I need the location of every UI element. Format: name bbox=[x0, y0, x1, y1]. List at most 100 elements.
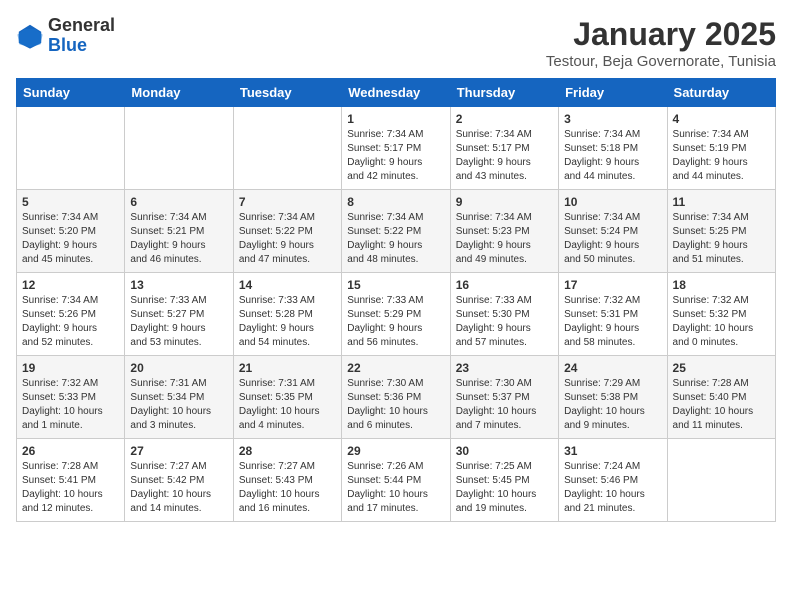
day-number: 26 bbox=[22, 444, 119, 458]
day-info: Sunrise: 7:34 AM Sunset: 5:26 PM Dayligh… bbox=[22, 294, 119, 350]
day-number: 15 bbox=[347, 278, 444, 292]
day-info: Sunrise: 7:31 AM Sunset: 5:35 PM Dayligh… bbox=[239, 377, 336, 433]
calendar-cell: 5 Sunrise: 7:34 AM Sunset: 5:20 PM Daylig… bbox=[17, 190, 125, 273]
day-number: 18 bbox=[673, 278, 770, 292]
day-of-week-header: Tuesday bbox=[233, 79, 341, 107]
day-of-week-header: Saturday bbox=[667, 79, 775, 107]
day-info: Sunrise: 7:33 AM Sunset: 5:30 PM Dayligh… bbox=[456, 294, 553, 350]
calendar-cell: 16 Sunrise: 7:33 AM Sunset: 5:30 PM Dayli… bbox=[450, 273, 558, 356]
calendar-cell: 8 Sunrise: 7:34 AM Sunset: 5:22 PM Daylig… bbox=[342, 190, 450, 273]
calendar-week-row: 12 Sunrise: 7:34 AM Sunset: 5:26 PM Dayli… bbox=[17, 273, 776, 356]
calendar-cell: 20Sunrise: 7:31 AM Sunset: 5:34 PM Dayli… bbox=[125, 356, 233, 439]
day-info: Sunrise: 7:32 AM Sunset: 5:32 PM Dayligh… bbox=[673, 294, 770, 350]
calendar-cell bbox=[125, 107, 233, 190]
calendar-cell bbox=[233, 107, 341, 190]
day-number: 4 bbox=[673, 112, 770, 126]
day-number: 31 bbox=[564, 444, 661, 458]
day-number: 9 bbox=[456, 195, 553, 209]
calendar-cell: 10 Sunrise: 7:34 AM Sunset: 5:24 PM Dayli… bbox=[559, 190, 667, 273]
calendar-cell: 25 Sunrise: 7:28 AM Sunset: 5:40 PM Dayli… bbox=[667, 356, 775, 439]
day-number: 22 bbox=[347, 361, 444, 375]
calendar-cell bbox=[667, 439, 775, 522]
calendar-cell: 24Sunrise: 7:29 AM Sunset: 5:38 PM Dayli… bbox=[559, 356, 667, 439]
day-number: 25 bbox=[673, 361, 770, 375]
day-number: 28 bbox=[239, 444, 336, 458]
day-info: Sunrise: 7:34 AM Sunset: 5:17 PM Dayligh… bbox=[456, 128, 553, 184]
day-info: Sunrise: 7:24 AM Sunset: 5:46 PM Dayligh… bbox=[564, 460, 661, 516]
day-info: Sunrise: 7:29 AM Sunset: 5:38 PM Dayligh… bbox=[564, 377, 661, 433]
day-info: Sunrise: 7:34 AM Sunset: 5:18 PM Dayligh… bbox=[564, 128, 661, 184]
calendar-week-row: 26 Sunrise: 7:28 AM Sunset: 5:41 PM Dayli… bbox=[17, 439, 776, 522]
calendar-cell: 26 Sunrise: 7:28 AM Sunset: 5:41 PM Dayli… bbox=[17, 439, 125, 522]
day-info: Sunrise: 7:27 AM Sunset: 5:43 PM Dayligh… bbox=[239, 460, 336, 516]
day-number: 30 bbox=[456, 444, 553, 458]
day-number: 17 bbox=[564, 278, 661, 292]
calendar-week-row: 5 Sunrise: 7:34 AM Sunset: 5:20 PM Daylig… bbox=[17, 190, 776, 273]
day-number: 11 bbox=[673, 195, 770, 209]
calendar-cell: 13 Sunrise: 7:33 AM Sunset: 5:27 PM Dayli… bbox=[125, 273, 233, 356]
day-info: Sunrise: 7:27 AM Sunset: 5:42 PM Dayligh… bbox=[130, 460, 227, 516]
day-info: Sunrise: 7:30 AM Sunset: 5:37 PM Dayligh… bbox=[456, 377, 553, 433]
header: General Blue January 2025 Testour, Beja … bbox=[16, 16, 776, 70]
calendar-body: 1 Sunrise: 7:34 AM Sunset: 5:17 PM Daylig… bbox=[17, 107, 776, 522]
day-number: 16 bbox=[456, 278, 553, 292]
calendar-cell: 4 Sunrise: 7:34 AM Sunset: 5:19 PM Daylig… bbox=[667, 107, 775, 190]
day-number: 27 bbox=[130, 444, 227, 458]
day-number: 1 bbox=[347, 112, 444, 126]
day-info: Sunrise: 7:34 AM Sunset: 5:25 PM Dayligh… bbox=[673, 211, 770, 267]
calendar-cell: 14Sunrise: 7:33 AM Sunset: 5:28 PM Dayli… bbox=[233, 273, 341, 356]
day-info: Sunrise: 7:31 AM Sunset: 5:34 PM Dayligh… bbox=[130, 377, 227, 433]
calendar-cell bbox=[17, 107, 125, 190]
calendar-cell: 1Sunrise: 7:34 AM Sunset: 5:17 PM Daylig… bbox=[342, 107, 450, 190]
day-info: Sunrise: 7:28 AM Sunset: 5:40 PM Dayligh… bbox=[673, 377, 770, 433]
day-info: Sunrise: 7:26 AM Sunset: 5:44 PM Dayligh… bbox=[347, 460, 444, 516]
calendar-cell: 6 Sunrise: 7:34 AM Sunset: 5:21 PM Daylig… bbox=[125, 190, 233, 273]
day-info: Sunrise: 7:34 AM Sunset: 5:22 PM Dayligh… bbox=[239, 211, 336, 267]
day-info: Sunrise: 7:33 AM Sunset: 5:27 PM Dayligh… bbox=[130, 294, 227, 350]
calendar-cell: 15Sunrise: 7:33 AM Sunset: 5:29 PM Dayli… bbox=[342, 273, 450, 356]
day-info: Sunrise: 7:28 AM Sunset: 5:41 PM Dayligh… bbox=[22, 460, 119, 516]
day-number: 5 bbox=[22, 195, 119, 209]
calendar-cell: 11 Sunrise: 7:34 AM Sunset: 5:25 PM Dayli… bbox=[667, 190, 775, 273]
calendar-cell: 29 Sunrise: 7:26 AM Sunset: 5:44 PM Dayli… bbox=[342, 439, 450, 522]
calendar-cell: 9 Sunrise: 7:34 AM Sunset: 5:23 PM Daylig… bbox=[450, 190, 558, 273]
day-info: Sunrise: 7:34 AM Sunset: 5:22 PM Dayligh… bbox=[347, 211, 444, 267]
calendar-table: SundayMondayTuesdayWednesdayThursdayFrid… bbox=[16, 78, 776, 522]
calendar-cell: 12 Sunrise: 7:34 AM Sunset: 5:26 PM Dayli… bbox=[17, 273, 125, 356]
day-number: 13 bbox=[130, 278, 227, 292]
calendar-title: January 2025 bbox=[546, 16, 776, 53]
calendar-cell: 18 Sunrise: 7:32 AM Sunset: 5:32 PM Dayli… bbox=[667, 273, 775, 356]
calendar-cell: 30Sunrise: 7:25 AM Sunset: 5:45 PM Dayli… bbox=[450, 439, 558, 522]
day-number: 6 bbox=[130, 195, 227, 209]
logo-icon bbox=[16, 22, 44, 50]
day-info: Sunrise: 7:34 AM Sunset: 5:19 PM Dayligh… bbox=[673, 128, 770, 184]
day-number: 10 bbox=[564, 195, 661, 209]
calendar-week-row: 19Sunrise: 7:32 AM Sunset: 5:33 PM Dayli… bbox=[17, 356, 776, 439]
day-number: 7 bbox=[239, 195, 336, 209]
day-number: 8 bbox=[347, 195, 444, 209]
day-number: 21 bbox=[239, 361, 336, 375]
calendar-cell: 27 Sunrise: 7:27 AM Sunset: 5:42 PM Dayli… bbox=[125, 439, 233, 522]
logo-text: General Blue bbox=[48, 16, 115, 56]
logo: General Blue bbox=[16, 16, 115, 56]
day-of-week-header: Sunday bbox=[17, 79, 125, 107]
calendar-week-row: 1 Sunrise: 7:34 AM Sunset: 5:17 PM Daylig… bbox=[17, 107, 776, 190]
day-number: 29 bbox=[347, 444, 444, 458]
day-info: Sunrise: 7:32 AM Sunset: 5:31 PM Dayligh… bbox=[564, 294, 661, 350]
calendar-cell: 3Sunrise: 7:34 AM Sunset: 5:18 PM Daylig… bbox=[559, 107, 667, 190]
calendar-cell: 19Sunrise: 7:32 AM Sunset: 5:33 PM Dayli… bbox=[17, 356, 125, 439]
calendar-cell: 31 Sunrise: 7:24 AM Sunset: 5:46 PM Dayli… bbox=[559, 439, 667, 522]
day-info: Sunrise: 7:34 AM Sunset: 5:20 PM Dayligh… bbox=[22, 211, 119, 267]
day-number: 12 bbox=[22, 278, 119, 292]
calendar-cell: 17 Sunrise: 7:32 AM Sunset: 5:31 PM Dayli… bbox=[559, 273, 667, 356]
day-info: Sunrise: 7:34 AM Sunset: 5:24 PM Dayligh… bbox=[564, 211, 661, 267]
calendar-cell: 21 Sunrise: 7:31 AM Sunset: 5:35 PM Dayli… bbox=[233, 356, 341, 439]
day-info: Sunrise: 7:34 AM Sunset: 5:21 PM Dayligh… bbox=[130, 211, 227, 267]
day-info: Sunrise: 7:34 AM Sunset: 5:23 PM Dayligh… bbox=[456, 211, 553, 267]
title-section: January 2025 Testour, Beja Governorate, … bbox=[546, 16, 776, 70]
calendar-subtitle: Testour, Beja Governorate, Tunisia bbox=[546, 53, 776, 70]
calendar-cell: 2Sunrise: 7:34 AM Sunset: 5:17 PM Daylig… bbox=[450, 107, 558, 190]
calendar-cell: 28 Sunrise: 7:27 AM Sunset: 5:43 PM Dayli… bbox=[233, 439, 341, 522]
day-of-week-header: Monday bbox=[125, 79, 233, 107]
day-number: 19 bbox=[22, 361, 119, 375]
